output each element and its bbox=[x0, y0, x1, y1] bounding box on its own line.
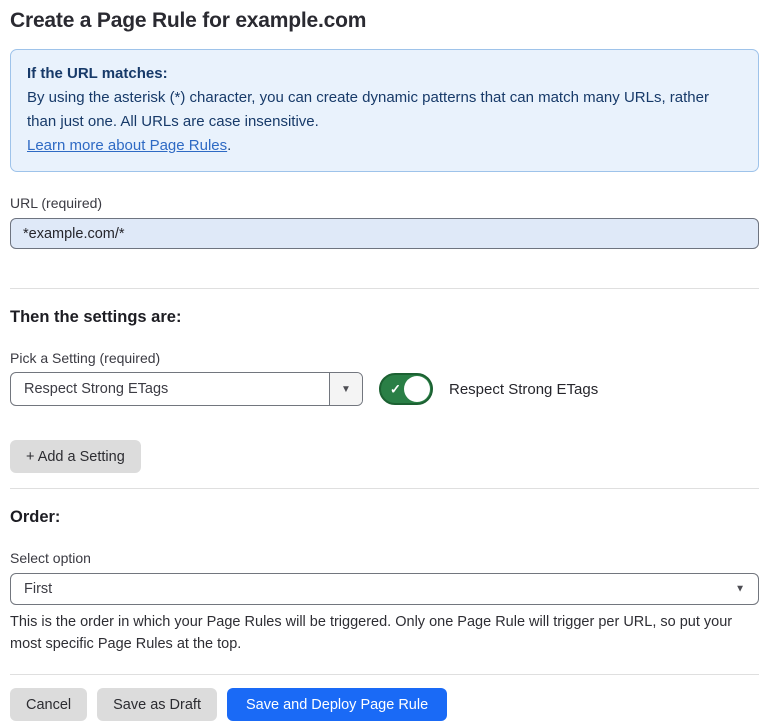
order-select-label: Select option bbox=[10, 550, 759, 566]
divider bbox=[10, 674, 759, 675]
order-select-value: First bbox=[24, 581, 52, 597]
chevron-down-icon: ▼ bbox=[735, 584, 745, 595]
info-box-link-line: Learn more about Page Rules. bbox=[27, 134, 742, 158]
save-as-draft-button[interactable]: Save as Draft bbox=[97, 688, 217, 721]
info-box-heading: If the URL matches: bbox=[27, 62, 742, 86]
setting-row: Respect Strong ETags ▼ ✓ Respect Strong … bbox=[10, 372, 759, 406]
order-section-heading: Order: bbox=[10, 508, 759, 527]
settings-section-heading: Then the settings are: bbox=[10, 308, 759, 327]
url-matches-info-box: If the URL matches: By using the asteris… bbox=[10, 49, 759, 172]
divider bbox=[10, 288, 759, 289]
setting-select[interactable]: Respect Strong ETags ▼ bbox=[10, 372, 363, 406]
info-box-body: By using the asterisk (*) character, you… bbox=[27, 86, 742, 134]
setting-select-arrow-button[interactable]: ▼ bbox=[329, 373, 362, 405]
check-icon: ✓ bbox=[390, 383, 401, 396]
dropdown-arrow-icon: ▼ bbox=[341, 384, 351, 395]
cancel-button[interactable]: Cancel bbox=[10, 688, 87, 721]
page-title: Create a Page Rule for example.com bbox=[10, 0, 759, 33]
divider bbox=[10, 488, 759, 489]
footer-actions: Cancel Save as Draft Save and Deploy Pag… bbox=[10, 688, 759, 721]
link-suffix: . bbox=[227, 137, 231, 154]
order-help-text: This is the order in which your Page Rul… bbox=[10, 611, 755, 655]
save-and-deploy-button[interactable]: Save and Deploy Page Rule bbox=[227, 688, 447, 721]
order-select[interactable]: First ▼ bbox=[10, 573, 759, 605]
add-setting-button[interactable]: + Add a Setting bbox=[10, 440, 141, 473]
toggle-knob bbox=[404, 376, 430, 402]
learn-more-link[interactable]: Learn more about Page Rules bbox=[27, 137, 227, 154]
url-field-label: URL (required) bbox=[10, 195, 759, 211]
page-rule-form: Create a Page Rule for example.com If th… bbox=[0, 0, 769, 721]
setting-toggle[interactable]: ✓ bbox=[379, 373, 433, 405]
toggle-label: Respect Strong ETags bbox=[449, 381, 598, 398]
url-input[interactable] bbox=[10, 218, 759, 249]
setting-select-value: Respect Strong ETags bbox=[11, 373, 329, 405]
pick-setting-label: Pick a Setting (required) bbox=[10, 350, 759, 366]
